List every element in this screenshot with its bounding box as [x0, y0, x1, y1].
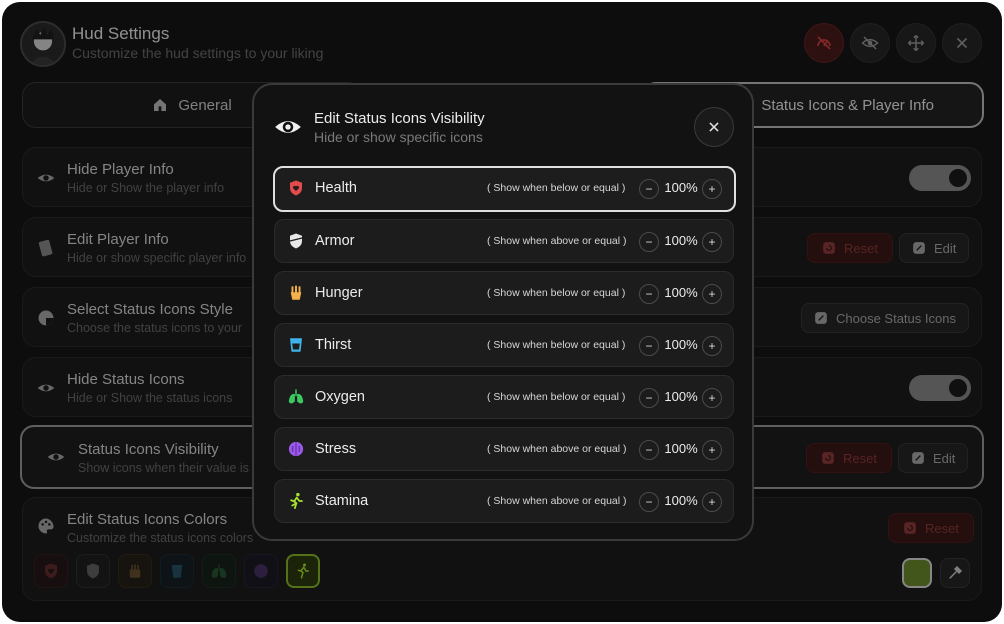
modal-subtitle: Hide or show specific icons [314, 129, 483, 145]
item-value: 100% [664, 233, 698, 248]
hud-settings-window: Hud Settings Customize the hud settings … [2, 2, 1002, 622]
item-value: 100% [664, 389, 698, 404]
item-name: Stamina [315, 493, 369, 509]
shield-heart-icon [290, 180, 302, 196]
increase-button[interactable]: + [702, 388, 722, 408]
eye-icon [275, 121, 301, 133]
increase-button[interactable]: + [702, 492, 722, 512]
edit-status-icons-visibility-modal: Edit Status Icons Visibility Hide or sho… [252, 83, 754, 541]
item-condition[interactable]: ( Show when below or equal ) [487, 287, 625, 299]
visibility-item-stress[interactable]: Stress ( Show when above or equal ) − 10… [274, 427, 734, 471]
item-condition[interactable]: ( Show when above or equal ) [487, 495, 627, 507]
item-condition[interactable]: ( Show when below or equal ) [487, 391, 625, 403]
decrease-button[interactable]: − [639, 284, 659, 304]
close-icon [709, 122, 719, 132]
visibility-item-stamina[interactable]: Stamina ( Show when above or equal ) − 1… [274, 479, 734, 523]
item-value: 100% [664, 337, 698, 352]
item-condition[interactable]: ( Show when below or equal ) [487, 339, 625, 351]
item-name: Thirst [315, 337, 352, 353]
modal-close-button[interactable] [694, 107, 734, 147]
visibility-item-armor[interactable]: Armor ( Show when above or equal ) − 100… [274, 219, 734, 263]
fries-icon [290, 285, 302, 300]
item-condition[interactable]: ( Show when above or equal ) [487, 235, 627, 247]
increase-button[interactable]: + [702, 336, 722, 356]
modal-title: Edit Status Icons Visibility [314, 110, 485, 127]
item-name: Health [315, 180, 357, 196]
visibility-item-hunger[interactable]: Hunger ( Show when below or equal ) − 10… [274, 271, 734, 315]
item-name: Oxygen [315, 389, 365, 405]
item-name: Hunger [315, 285, 363, 301]
item-name: Stress [315, 441, 357, 457]
item-condition[interactable]: ( Show when below or equal ) [487, 182, 625, 194]
item-value: 100% [664, 180, 698, 195]
visibility-item-oxygen[interactable]: Oxygen ( Show when below or equal ) − 10… [274, 375, 734, 419]
increase-button[interactable]: + [702, 179, 722, 199]
decrease-button[interactable]: − [639, 492, 659, 512]
decrease-button[interactable]: − [639, 179, 659, 199]
runner-icon [290, 492, 303, 510]
item-name: Armor [315, 233, 355, 249]
item-value: 100% [664, 441, 698, 456]
lungs-icon [288, 389, 304, 404]
brain-icon [288, 441, 304, 457]
cup-icon [290, 338, 302, 352]
decrease-button[interactable]: − [639, 232, 659, 252]
increase-button[interactable]: + [702, 284, 722, 304]
item-value: 100% [664, 285, 698, 300]
item-value: 100% [664, 493, 698, 508]
item-condition[interactable]: ( Show when above or equal ) [487, 443, 627, 455]
decrease-button[interactable]: − [639, 336, 659, 356]
increase-button[interactable]: + [702, 440, 722, 460]
decrease-button[interactable]: − [639, 440, 659, 460]
increase-button[interactable]: + [702, 232, 722, 252]
decrease-button[interactable]: − [639, 388, 659, 408]
visibility-item-thirst[interactable]: Thirst ( Show when below or equal ) − 10… [274, 323, 734, 367]
visibility-item-health[interactable]: Health ( Show when below or equal ) − 10… [273, 166, 736, 212]
armor-icon [289, 233, 303, 249]
